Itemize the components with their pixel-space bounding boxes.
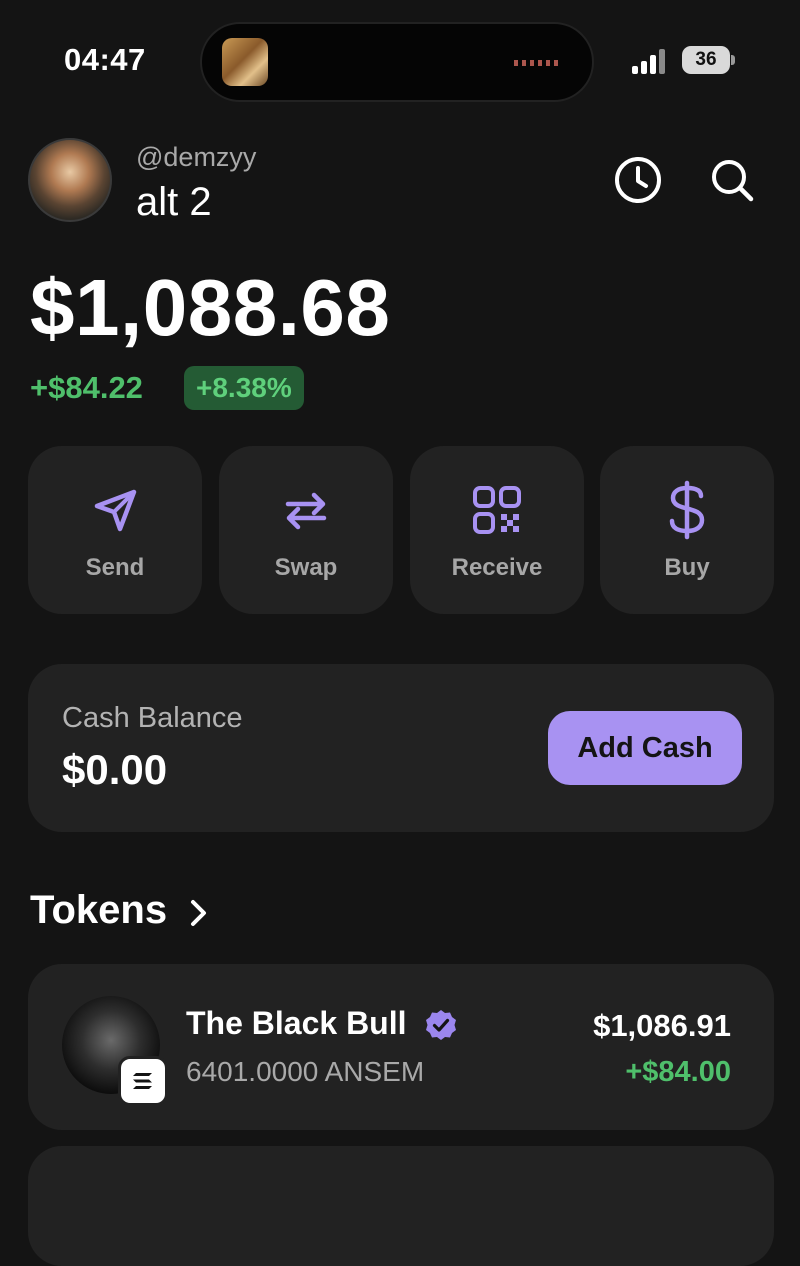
qr-code-icon [473,486,521,534]
profile-avatar[interactable] [28,138,112,222]
buy-button[interactable]: Buy [600,446,774,614]
clock-icon [615,157,661,203]
search-icon [712,160,754,202]
token-name: The Black Bull [186,1005,407,1041]
send-button[interactable]: Send [28,446,202,614]
dynamic-island [200,22,594,102]
add-cash-button[interactable]: Add Cash [548,711,742,785]
battery-indicator: 36 [682,46,730,74]
now-playing-artwork [222,38,268,86]
token-row[interactable] [28,1146,774,1266]
battery-tip [731,55,735,65]
swap-label: Swap [274,554,338,581]
dollar-icon [669,480,705,540]
verified-badge-icon [424,1008,458,1047]
cash-balance-value: $0.00 [62,746,168,793]
receive-label: Receive [451,554,543,581]
cash-balance-label: Cash Balance [62,702,243,734]
send-icon [94,489,137,532]
tokens-section-title[interactable]: Tokens [30,888,167,933]
chevron-right-icon[interactable] [188,898,210,933]
balance-change-amount: +$84.22 [30,370,143,405]
token-amount: 6401.0000 ANSEM [186,1056,425,1087]
token-change: +$84.00 [625,1056,731,1088]
swap-button[interactable]: Swap [219,446,393,614]
search-button[interactable] [703,151,761,209]
account-name[interactable]: alt 2 [136,180,212,225]
balance-change-percent-badge: +8.38% [184,366,304,410]
audio-waveform-icon [514,60,562,66]
history-button[interactable] [609,151,667,209]
cellular-signal-icon [632,48,674,74]
receive-button[interactable]: Receive [410,446,584,614]
status-time: 04:47 [64,42,146,77]
token-value: $1,086.91 [593,1008,731,1043]
send-label: Send [85,554,145,581]
solana-icon [118,1056,168,1106]
buy-label: Buy [664,554,710,581]
account-handle[interactable]: @demzyy [136,142,256,173]
portfolio-balance: $1,088.68 [30,263,391,352]
swap-icon [285,492,327,530]
